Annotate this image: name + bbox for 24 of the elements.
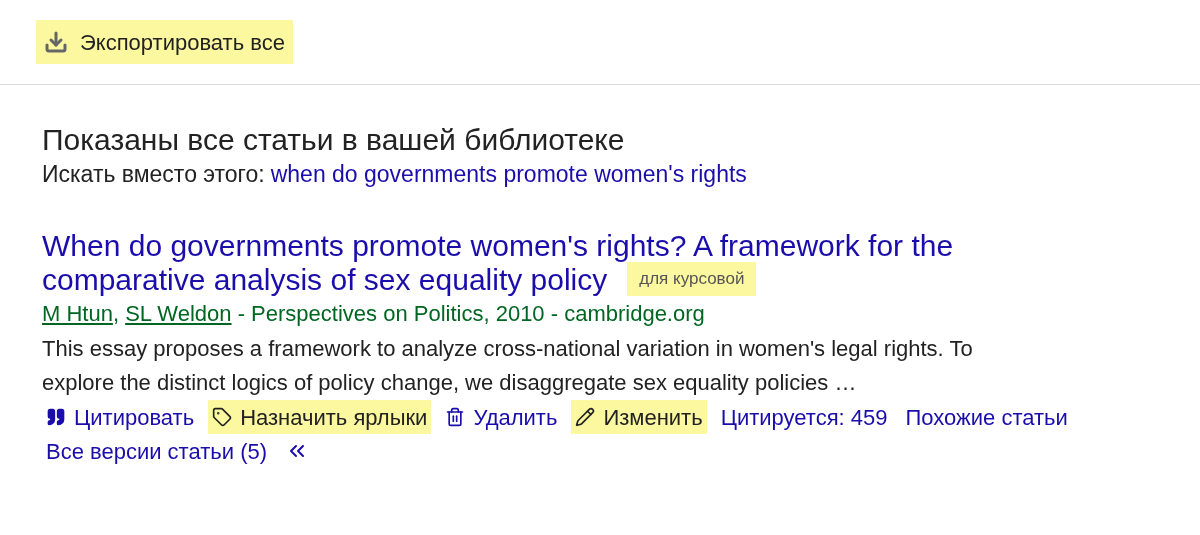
- quote-icon: [46, 407, 66, 427]
- action-link[interactable]: Похожие статьи: [901, 400, 1072, 434]
- author-link[interactable]: M Htun: [42, 298, 113, 330]
- trash-icon: [445, 407, 466, 427]
- action-link[interactable]: Цитировать: [42, 400, 199, 434]
- download-icon: [44, 30, 68, 54]
- action-link[interactable]: Удалить: [441, 400, 562, 434]
- heading: Показаны все статьи в вашей библиотеке: [42, 123, 626, 157]
- snippet: This essay proposes a framework to analyze cross-national variation in women's legal rights. To explore the distinct logics of policy change, we disaggregate sex equality policies …: [42, 335, 974, 397]
- action-link[interactable]: Все версии статьи (5): [42, 434, 272, 468]
- action-link[interactable]: Цитируется: 459: [716, 400, 892, 434]
- source-text: - Perspectives on Politics, 2010 - cambridge.org: [236, 300, 705, 328]
- article-title[interactable]: When do governments promote women's rights? A framework for the: [42, 229, 954, 262]
- search-link[interactable]: when do governments promote women's rights: [270, 159, 747, 189]
- action-link[interactable]: Назначить ярлыки: [208, 400, 432, 434]
- author-separator: ,: [112, 300, 121, 328]
- action-link[interactable]: Изменить: [571, 400, 707, 434]
- tag-icon: [212, 407, 233, 427]
- author-link[interactable]: SL Weldon: [125, 298, 232, 330]
- search-instead-label: Искать вместо этого:: [42, 160, 265, 189]
- article-title[interactable]: comparative analysis of sex equality policy: [42, 262, 608, 296]
- pencil-icon: [575, 407, 596, 427]
- label-chip[interactable]: для курсовой: [627, 262, 757, 296]
- export-button[interactable]: Экспортировать все: [36, 20, 293, 64]
